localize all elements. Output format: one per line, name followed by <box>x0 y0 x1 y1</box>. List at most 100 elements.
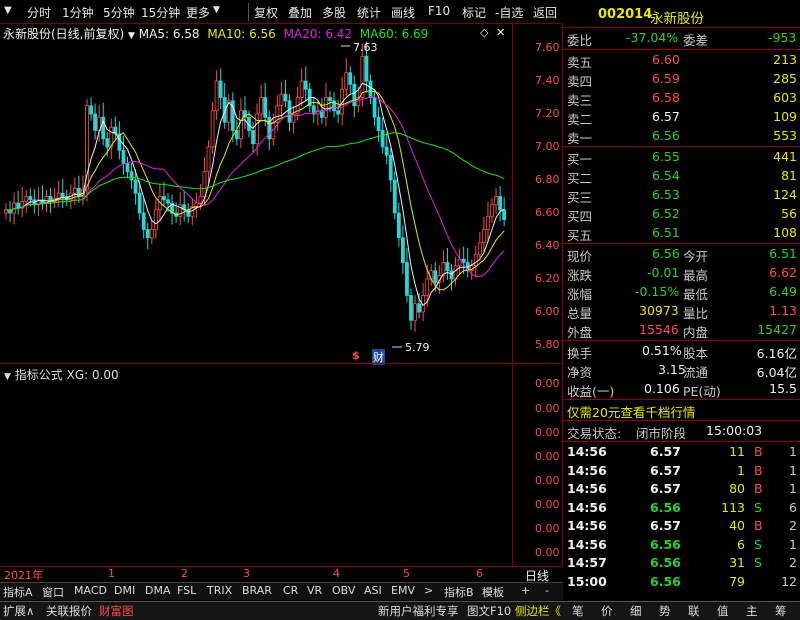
bid-price: 6.53 <box>652 187 680 202</box>
indicator-tick: 0.00 <box>535 522 560 535</box>
indicator-tick: 0.00 <box>535 450 560 463</box>
tick-row[interactable]: 14:56 6.56 113 S 6 <box>564 499 800 518</box>
tick-row[interactable]: 14:56 6.57 1 B 1 <box>564 462 800 481</box>
expand-button[interactable]: 扩展∧ <box>3 603 34 619</box>
tab-dma[interactable]: DMA <box>145 584 171 597</box>
ask-row[interactable]: 卖三 6.58 603 <box>564 89 800 108</box>
candle-body <box>194 202 199 207</box>
stat-row: 收益(一) 0.106 PE(动) 15.5 <box>564 380 800 399</box>
bid-price: 6.55 <box>652 149 680 164</box>
tab-indicator-a[interactable]: 指标A <box>3 584 33 600</box>
tab-trades[interactable]: 笔 <box>572 603 584 619</box>
weibi-row: 委比 -37.04% 委差 -953 <box>564 29 800 48</box>
weibi-value: -37.04% <box>626 30 679 45</box>
bid-row[interactable]: 买一 6.55 441 <box>564 148 800 167</box>
wealth-chart-button[interactable]: 财富图 <box>99 603 134 619</box>
tab-detail[interactable]: 细 <box>630 603 642 619</box>
ma20-line <box>5 96 505 278</box>
divider <box>564 340 800 341</box>
divider <box>564 27 800 28</box>
bid-volume: 56 <box>781 206 797 221</box>
tab-window[interactable]: 窗口 <box>42 584 64 600</box>
tab-scroll-right[interactable]: > <box>424 584 433 597</box>
ask-price: 6.59 <box>652 71 680 86</box>
ask-row[interactable]: 卖二 6.57 109 <box>564 108 800 127</box>
sidebar-toggle-button[interactable]: 侧边栏《 <box>515 603 561 619</box>
tab-price[interactable]: 价 <box>601 603 613 619</box>
ask-price: 6.60 <box>652 52 680 67</box>
remove-pane-button[interactable]: - <box>545 584 549 597</box>
graphic-f10-button[interactable]: 图文F10 <box>467 603 511 619</box>
candle-body <box>409 295 413 321</box>
tick-price: 6.57 <box>650 444 681 459</box>
current-price: 6.56 <box>652 246 680 261</box>
tick-row[interactable]: 15:00 6.56 79 12 <box>564 573 800 592</box>
candle-body <box>149 229 154 239</box>
tick-row[interactable]: 14:56 6.57 11 B 1 <box>564 443 800 462</box>
bid-row[interactable]: 买三 6.53 124 <box>564 186 800 205</box>
tab-chips[interactable]: 筹 <box>775 603 787 619</box>
tab-asi[interactable]: ASI <box>364 584 382 597</box>
candle-body <box>255 113 260 145</box>
stock-code: 002014 <box>598 7 653 22</box>
tick-volume: 1 <box>737 462 745 478</box>
candle-body <box>445 262 450 272</box>
candle-body <box>162 196 166 201</box>
tick-row[interactable]: 14:56 6.57 40 B 2 <box>564 517 800 536</box>
candle-body <box>417 303 422 313</box>
indicator-pane[interactable] <box>0 363 563 565</box>
promo-row[interactable]: 仅需20元查看千档行情 <box>564 401 800 420</box>
stat-label: 收益(一) <box>567 384 615 399</box>
candle-body <box>396 212 401 239</box>
tick-row[interactable]: 14:56 6.57 80 B 1 <box>564 480 800 499</box>
bid-row[interactable]: 买五 6.51 108 <box>564 224 800 243</box>
ask-volume: 603 <box>773 90 797 105</box>
total-shares: 6.16亿 <box>756 346 797 361</box>
weicha-label: 委差 <box>683 33 709 48</box>
tab-trix[interactable]: TRIX <box>207 584 232 597</box>
related-quote-button[interactable]: 关联报价 <box>46 603 92 619</box>
stat-row: 净资 3.15 流通 6.04亿 <box>564 361 800 380</box>
candle-body <box>72 187 77 194</box>
tick-time: 14:56 <box>567 444 607 459</box>
bid-row[interactable]: 买二 6.54 81 <box>564 167 800 186</box>
add-pane-button[interactable]: + <box>521 584 530 597</box>
promo-link[interactable]: 仅需20元查看千档行情 <box>567 402 695 421</box>
tick-side: B <box>754 444 763 459</box>
tab-dmi[interactable]: DMI <box>114 584 135 597</box>
low-price-label: 5.79 <box>405 341 430 354</box>
dividend-marker-icon[interactable]: $ <box>352 349 360 362</box>
tab-main[interactable]: 主 <box>746 603 758 619</box>
new-user-welfare-link[interactable]: 新用户福利专享 <box>378 603 459 619</box>
ask-row[interactable]: 卖四 6.59 285 <box>564 70 800 89</box>
tick-row[interactable]: 14:56 6.56 6 S 1 <box>564 536 800 555</box>
tab-template[interactable]: 模板 <box>482 584 504 600</box>
indicator-title: 指标公式 <box>14 368 63 382</box>
candle-body <box>433 270 438 283</box>
tab-value[interactable]: 值 <box>717 603 729 619</box>
ask-row[interactable]: 卖一 6.56 553 <box>564 127 800 146</box>
tab-cr[interactable]: CR <box>283 584 298 597</box>
ask-label: 卖四 <box>567 74 593 89</box>
ask-label: 卖五 <box>567 55 593 70</box>
tab-emv[interactable]: EMV <box>391 584 415 597</box>
tab-vr[interactable]: VR <box>307 584 322 597</box>
ask-row[interactable]: 卖五 6.60 213 <box>564 51 800 70</box>
tick-time: 14:56 <box>567 499 607 515</box>
indicator-tick: 0.00 <box>535 402 560 415</box>
candle-body <box>384 146 389 156</box>
tab-macd[interactable]: MACD <box>74 584 107 597</box>
tab-linked[interactable]: 联 <box>688 603 700 619</box>
month-label: 3 <box>243 567 250 580</box>
tab-indicator-b[interactable]: 指标B <box>444 584 474 600</box>
tick-row[interactable]: 14:57 6.56 31 S 2 <box>564 554 800 573</box>
bid-row[interactable]: 买四 6.52 56 <box>564 205 800 224</box>
candle-body <box>141 212 146 230</box>
tab-trend[interactable]: 势 <box>659 603 671 619</box>
tab-fsl[interactable]: FSL <box>177 584 196 597</box>
total-volume: 30973 <box>639 303 679 318</box>
tab-brar[interactable]: BRAR <box>242 584 272 597</box>
tab-obv[interactable]: OBV <box>332 584 355 597</box>
chevron-down-icon[interactable]: ▼ <box>4 372 11 382</box>
candles-group <box>4 41 507 332</box>
